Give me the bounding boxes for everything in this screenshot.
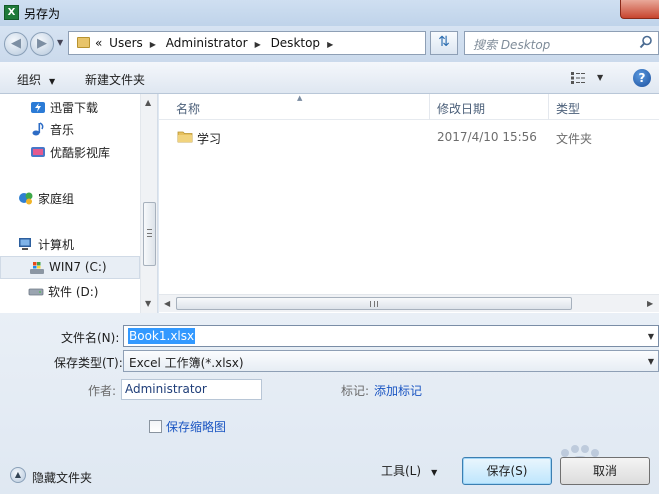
filename-label: 文件名(N): [61, 331, 120, 345]
command-bar: 组织 ▼ 新建文件夹 ▼ ? [0, 62, 659, 94]
sidebar-item-label: 计算机 [38, 238, 75, 252]
chevron-right-icon[interactable]: ▶ [255, 40, 261, 49]
youku-library-icon [31, 147, 45, 157]
author-value: Administrator [125, 382, 207, 396]
column-name-header[interactable]: 名称 [176, 100, 200, 117]
sidebar-item-label: 优酷影视库 [50, 146, 111, 160]
sidebar-item-youku[interactable]: 优酷影视库 [0, 141, 140, 163]
sidebar-item-drive-d[interactable]: 软件 (D:) [0, 280, 140, 302]
breadcrumb-users[interactable]: Users [109, 36, 143, 50]
filetype-select[interactable]: Excel 工作簿(*.xlsx) ▼ [123, 350, 659, 372]
table-row[interactable]: 学习 2017/4/10 15:56 文件夹 [159, 126, 659, 148]
computer-icon [19, 238, 31, 250]
sidebar-item-label: 迅雷下载 [50, 101, 99, 115]
address-bar[interactable]: « Users▶ Administrator▶ Desktop▶ ▼ [68, 31, 491, 55]
organize-menu[interactable]: 组织 ▼ [17, 71, 55, 88]
homegroup-icon [19, 192, 33, 205]
chevron-down-icon[interactable]: ▼ [648, 332, 654, 341]
file-list: ▲ 名称 修改日期 类型 学习 2017/4/10 15:56 文件夹 ◀ ▶ [159, 94, 659, 313]
thunder-download-icon [31, 102, 45, 113]
arrow-right-icon: ▶ [37, 36, 47, 51]
cancel-button[interactable]: 取消 [560, 457, 650, 485]
filetype-label: 保存类型(T): [54, 356, 123, 370]
breadcrumb: « Users ▶ Administrator ▶ Desktop ▶ [95, 36, 339, 50]
forward-button[interactable]: ▶ [30, 32, 54, 56]
scroll-up-arrow[interactable]: ▲ [145, 98, 151, 107]
tags-label: 标记: [341, 384, 370, 398]
filename-input[interactable]: Book1.xlsx ▼ [123, 325, 659, 347]
file-type: 文件夹 [556, 132, 593, 146]
title-bar: X 另存为 [0, 0, 659, 26]
view-options-icon[interactable] [571, 72, 587, 84]
folder-icon [77, 37, 90, 48]
arrow-left-icon: ◀ [11, 36, 21, 51]
refresh-icon: ⇅ [438, 34, 450, 50]
chevron-up-icon[interactable]: ▲ [10, 467, 26, 483]
chevron-down-icon: ▼ [49, 77, 56, 86]
back-button[interactable]: ◀ [4, 32, 28, 56]
tools-menu[interactable]: 工具(L) ▼ [381, 462, 437, 479]
breadcrumb-desktop[interactable]: Desktop [271, 36, 321, 50]
column-header: ▲ 名称 修改日期 类型 [159, 94, 659, 120]
sidebar-item-label: 家庭组 [38, 192, 75, 206]
column-type-header[interactable]: 类型 [556, 100, 580, 117]
chevron-right-icon[interactable]: ▶ [327, 40, 333, 49]
chevron-right-icon[interactable]: ▶ [150, 40, 156, 49]
music-icon [32, 122, 44, 136]
save-thumbnail-label[interactable]: 保存缩略图 [166, 418, 226, 435]
sort-ascending-icon: ▲ [297, 94, 303, 102]
search-icon[interactable] [639, 35, 653, 49]
sidebar-item-music[interactable]: 音乐 [0, 118, 140, 140]
search-placeholder: 搜索 Desktop [473, 38, 551, 52]
author-label: 作者: [88, 384, 117, 398]
windows-drive-icon [30, 262, 44, 274]
chevron-down-icon[interactable]: ▼ [648, 357, 654, 366]
breadcrumb-overflow[interactable]: « [95, 36, 102, 50]
add-tags-link[interactable]: 添加标记 [374, 382, 422, 399]
filename-value: Book1.xlsx [128, 328, 196, 344]
sidebar-item-drive-c[interactable]: WIN7 (C:) [0, 256, 140, 279]
drive-icon [28, 288, 44, 296]
navigation-pane: 迅雷下载 音乐 优酷影视库 家庭组 计算机 WIN7 (C:) 软件 (D:) … [0, 94, 158, 313]
new-folder-button[interactable]: 新建文件夹 [85, 71, 145, 88]
author-field[interactable]: Administrator [121, 379, 262, 400]
sidebar-item-thunder-download[interactable]: 迅雷下载 [0, 96, 140, 118]
chevron-down-icon: ▼ [431, 468, 438, 477]
breadcrumb-administrator[interactable]: Administrator [166, 36, 248, 50]
save-button[interactable]: 保存(S) [462, 457, 552, 485]
help-icon[interactable]: ? [633, 69, 651, 87]
refresh-button[interactable]: ⇅ [430, 31, 458, 55]
search-input[interactable]: 搜索 Desktop [464, 31, 659, 55]
scroll-down-arrow[interactable]: ▼ [145, 299, 151, 308]
save-options-panel: 文件名(N): Book1.xlsx ▼ 保存类型(T): Excel 工作簿(… [0, 313, 659, 494]
scrollbar-thumb[interactable] [143, 202, 156, 266]
sidebar-item-label: 软件 (D:) [48, 285, 99, 299]
file-name: 学习 [197, 132, 222, 146]
scroll-right-arrow[interactable]: ▶ [647, 299, 653, 308]
organize-label: 组织 [17, 73, 42, 87]
column-date-header[interactable]: 修改日期 [437, 100, 485, 117]
scrollbar-thumb[interactable] [176, 297, 572, 310]
horizontal-scrollbar[interactable]: ◀ ▶ [159, 294, 659, 312]
close-button[interactable] [620, 0, 659, 19]
sidebar-item-label: WIN7 (C:) [49, 260, 107, 274]
filetype-value: Excel 工作簿(*.xlsx) [129, 356, 244, 370]
view-dropdown[interactable]: ▼ [597, 73, 603, 82]
window-title: 另存为 [24, 7, 61, 21]
sidebar-item-computer[interactable]: 计算机 [0, 233, 140, 255]
folder-icon [177, 131, 193, 143]
scroll-left-arrow[interactable]: ◀ [164, 299, 170, 308]
sidebar-item-label: 音乐 [50, 123, 75, 137]
file-date: 2017/4/10 15:56 [437, 130, 537, 144]
recent-locations-dropdown[interactable]: ▼ [57, 38, 63, 47]
sidebar-item-homegroup[interactable]: 家庭组 [0, 187, 140, 209]
hide-folders-button[interactable]: 隐藏文件夹 [32, 469, 92, 486]
excel-app-icon: X [4, 5, 19, 20]
save-thumbnail-checkbox[interactable] [149, 420, 162, 433]
navigation-bar: ◀ ▶ ▼ « Users▶ Administrator▶ Desktop▶ ▼… [0, 26, 659, 62]
navigation-scrollbar[interactable]: ▲ ▼ [140, 94, 157, 313]
tools-label: 工具(L) [381, 464, 422, 478]
